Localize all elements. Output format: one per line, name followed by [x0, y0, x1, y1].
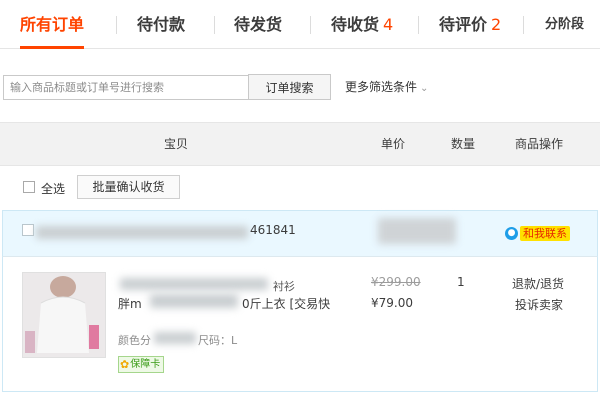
- tab-label: 所有订单: [20, 15, 85, 34]
- original-price: ¥299.00: [371, 275, 421, 289]
- order-number: 461841: [250, 223, 296, 237]
- chat-icon: ●: [505, 227, 518, 240]
- redacted-order-info: [36, 226, 248, 239]
- order-search-button[interactable]: 订单搜索: [248, 74, 331, 100]
- redacted-title: [150, 294, 238, 308]
- tab-label: 分阶段: [545, 17, 585, 32]
- item-quantity: 1: [457, 275, 465, 289]
- product-title-fragment: 衬衫: [273, 280, 295, 293]
- tab-label: 待付款: [137, 15, 186, 34]
- shield-icon: ✿: [120, 358, 130, 371]
- order-status-tabs: 所有订单 待付款 待发货 待收货 4 待评价 2 分阶段: [0, 0, 600, 49]
- batch-confirm-receipt-button[interactable]: 批量确认收货: [77, 175, 180, 199]
- guarantee-card-badge[interactable]: ✿ 保障卡: [118, 356, 165, 373]
- contact-seller-label: 和我联系: [520, 226, 570, 241]
- redacted-shop-name: [378, 218, 456, 244]
- product-spec: 颜色分: [118, 334, 151, 347]
- tab-pending-shipment[interactable]: 待发货: [234, 0, 282, 48]
- tab-divider: [310, 16, 311, 34]
- tab-label: 待发货: [234, 15, 283, 34]
- tab-divider: [214, 16, 215, 34]
- tab-pending-review[interactable]: 待评价 2: [439, 0, 501, 48]
- order-checkbox[interactable]: [22, 224, 34, 236]
- product-thumbnail[interactable]: [22, 272, 106, 358]
- unit-price: ¥79.00: [371, 296, 413, 310]
- column-header-unit-price: 单价: [381, 137, 406, 151]
- tab-pending-receipt[interactable]: 待收货 4: [331, 0, 393, 48]
- tab-divider: [418, 16, 419, 34]
- contact-seller-button[interactable]: ● 和我联系: [505, 226, 570, 241]
- complain-seller-link[interactable]: 投诉卖家: [515, 296, 563, 313]
- product-spec: 尺码：L: [198, 334, 238, 347]
- tab-label: 待评价: [439, 15, 488, 34]
- tab-label: 待收货: [331, 15, 380, 34]
- refund-return-link[interactable]: 退款/退货: [512, 275, 564, 292]
- chevron-down-icon: ⌄: [420, 83, 429, 94]
- tab-pending-payment[interactable]: 待付款: [137, 0, 185, 48]
- redacted-spec: [154, 332, 196, 344]
- column-header-quantity: 数量: [451, 137, 476, 151]
- tab-divider: [116, 16, 117, 34]
- more-filters-toggle[interactable]: 更多筛选条件 ⌄: [345, 78, 428, 95]
- tab-count-badge: 4: [383, 15, 394, 34]
- column-header-actions: 商品操作: [515, 137, 564, 151]
- product-image: [23, 273, 105, 357]
- more-filters-label: 更多筛选条件: [345, 80, 418, 94]
- tab-all-orders[interactable]: 所有订单: [20, 0, 85, 49]
- select-all-checkbox[interactable]: [23, 181, 35, 193]
- column-header-product: 宝贝: [164, 137, 189, 151]
- tab-installment[interactable]: 分阶段: [545, 0, 584, 48]
- table-header: 宝贝 单价 数量 商品操作: [0, 122, 600, 166]
- product-title-link[interactable]: 0斤上衣 [交易快: [242, 295, 330, 312]
- product-title-fragment: 胖m: [118, 297, 142, 311]
- select-all-label: 全选: [41, 182, 66, 196]
- guarantee-card-label: 保障卡: [130, 359, 161, 370]
- tab-count-badge: 2: [491, 15, 502, 34]
- tab-divider: [523, 16, 524, 34]
- redacted-title: [120, 278, 268, 290]
- order-search-input[interactable]: [3, 75, 248, 100]
